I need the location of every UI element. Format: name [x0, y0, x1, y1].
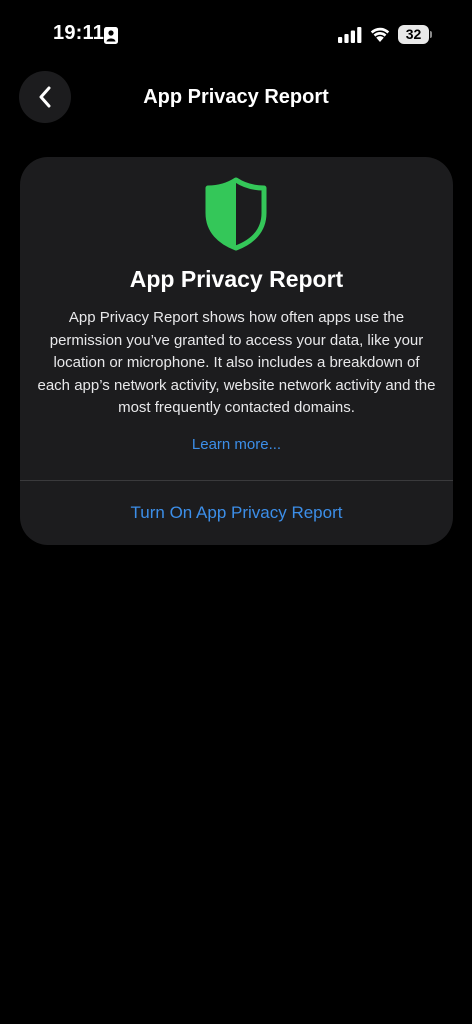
battery-level: 32 [398, 25, 429, 44]
wifi-icon [370, 27, 390, 42]
focus-person-icon [104, 27, 118, 44]
back-button[interactable] [19, 71, 71, 123]
privacy-report-card: App Privacy Report App Privacy Report sh… [20, 157, 453, 545]
battery-icon: 32 [398, 25, 432, 44]
shield-icon [205, 177, 267, 251]
turn-on-app-privacy-report-button[interactable]: Turn On App Privacy Report [20, 481, 453, 545]
status-time: 19:11 [53, 22, 105, 44]
cellular-signal-icon [338, 27, 362, 43]
card-description: App Privacy Report shows how often apps … [37, 309, 436, 416]
learn-more-link[interactable]: Learn more... [20, 436, 453, 453]
battery-cap [430, 31, 432, 38]
status-bar: 19:11 32 [0, 0, 472, 72]
page-title: App Privacy Report [143, 86, 329, 108]
card-title: App Privacy Report [129, 266, 344, 292]
chevron-left-icon [39, 86, 51, 108]
